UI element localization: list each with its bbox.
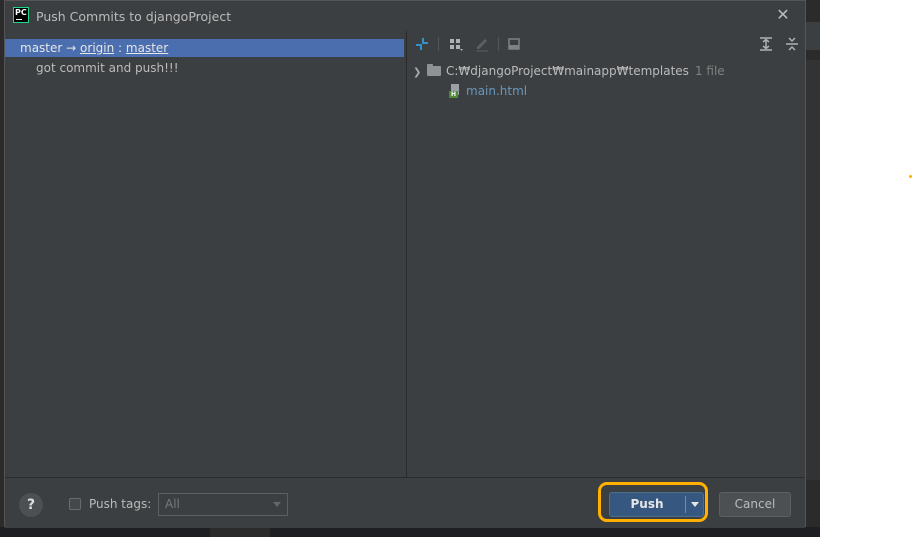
folder-node[interactable]: ❯ C:₩djangoProject₩mainapp₩templates 1 fil…: [413, 62, 725, 80]
show-diff-icon[interactable]: [413, 35, 431, 53]
arrow-icon: →: [66, 41, 77, 55]
close-icon[interactable]: ✕: [773, 5, 793, 25]
push-dropdown-icon[interactable]: [686, 493, 703, 516]
dialog-footer: ? Push tags: All Push Cancel: [5, 477, 805, 528]
group-by-icon[interactable]: [447, 35, 465, 53]
local-branch: master: [20, 41, 63, 55]
file-node[interactable]: Hmain.html: [449, 82, 527, 100]
changes-panel: ❯ C:₩djangoProject₩mainapp₩templates 1 fil…: [407, 31, 805, 477]
title-bar: PC Push Commits to djangoProject ✕: [5, 1, 805, 31]
chevron-down-icon[interactable]: ❯: [413, 64, 427, 82]
push-button-group: Push: [609, 492, 704, 517]
help-button[interactable]: ?: [19, 493, 43, 517]
commit-item[interactable]: got commit and push!!!: [36, 59, 179, 77]
changes-toolbar: [407, 31, 805, 57]
tags-select[interactable]: All: [158, 493, 288, 516]
push-commits-dialog: PC Push Commits to djangoProject ✕ maste…: [4, 0, 806, 528]
shelve-icon[interactable]: [505, 35, 523, 53]
expand-all-icon[interactable]: [757, 35, 775, 53]
dialog-title: Push Commits to djangoProject: [36, 9, 232, 24]
file-count: 1 file: [694, 64, 725, 78]
push-button[interactable]: Push: [610, 493, 684, 516]
push-tags-label[interactable]: Push tags:: [89, 497, 151, 511]
cancel-button[interactable]: Cancel: [719, 492, 791, 517]
file-name: main.html: [466, 84, 528, 98]
html-file-icon: H: [449, 84, 461, 98]
pycharm-logo-icon: PC: [13, 7, 29, 23]
folder-path: C:₩djangoProject₩mainapp₩templates: [446, 64, 689, 78]
folder-icon: [427, 64, 441, 76]
edit-source-icon[interactable]: [473, 35, 491, 53]
remote-link[interactable]: origin: [80, 41, 114, 55]
push-tags-checkbox[interactable]: [69, 498, 81, 510]
annotation-dot: [909, 175, 912, 178]
branch-row[interactable]: master → origin : master: [5, 39, 404, 57]
collapse-all-icon[interactable]: [783, 35, 801, 53]
changes-tree: ❯ C:₩djangoProject₩mainapp₩templates 1 fil…: [407, 57, 805, 477]
commits-panel: master → origin : master got commit and …: [5, 37, 406, 477]
colon: :: [118, 41, 123, 55]
remote-branch-link[interactable]: master: [126, 41, 168, 55]
tags-select-value: All: [165, 497, 180, 511]
chevron-down-icon: [273, 502, 281, 507]
